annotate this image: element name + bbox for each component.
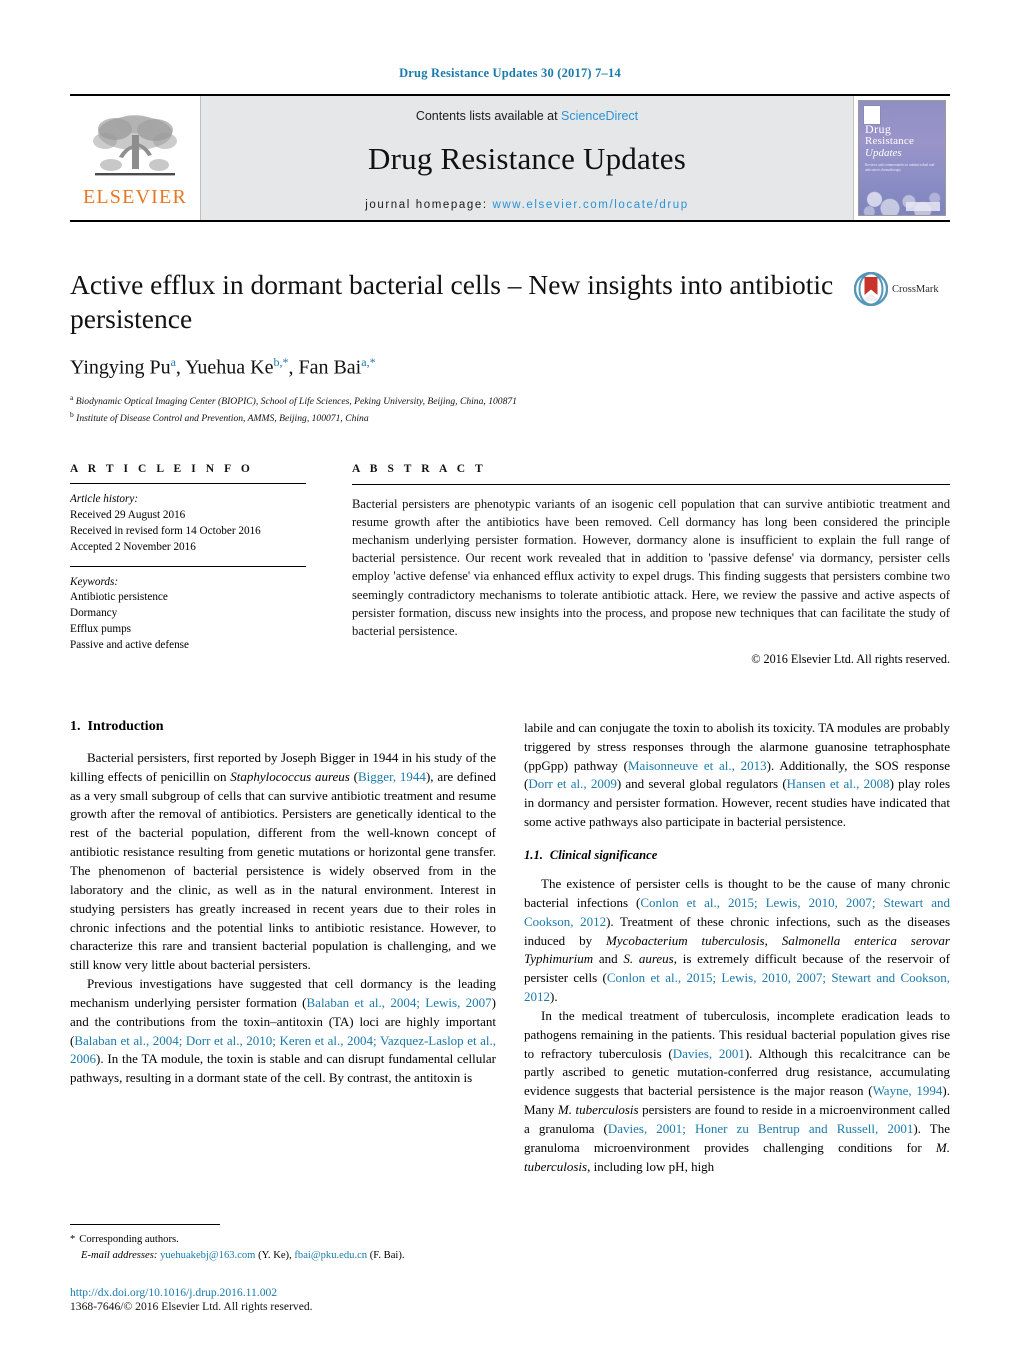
history-item: Accepted 2 November 2016 xyxy=(70,540,196,553)
running-head: Drug Resistance Updates 30 (2017) 7–14 xyxy=(399,66,621,80)
crossmark-icon[interactable] xyxy=(854,272,888,306)
cover-title-line3: Updates xyxy=(865,147,902,159)
contents-prefix: Contents lists available at xyxy=(415,109,562,123)
history-item: Received in revised form 14 October 2016 xyxy=(70,524,261,537)
issn-copyright-line: 1368-7646/© 2016 Elsevier Ltd. All right… xyxy=(70,1300,313,1313)
article-history: Article history: Received 29 August 2016… xyxy=(70,492,306,566)
section-heading-clinical-significance: 1.1. Clinical significance xyxy=(524,848,950,863)
article-page: Drug Resistance Updates 30 (2017) 7–14 E… xyxy=(0,0,1020,1351)
footnote-block: * Corresponding authors. E-mail addresses… xyxy=(70,1224,510,1263)
email-label: E-mail addresses: xyxy=(81,1249,158,1261)
email-addresses-note: E-mail addresses: yuehuakebj@163.com (Y.… xyxy=(70,1248,510,1263)
elsevier-tree-icon xyxy=(93,115,177,176)
title-block: Active efflux in dormant bacterial cells… xyxy=(70,268,950,427)
journal-cover-thumbnail: Drug Resistance Updates Reviews and comm… xyxy=(854,96,950,220)
keywords-rule xyxy=(70,565,306,567)
contents-available-line: Contents lists available at ScienceDirec… xyxy=(416,109,638,123)
abstract-heading: A B S T R A C T xyxy=(352,462,487,475)
keyword-item: Passive and active defense xyxy=(70,639,189,652)
keyword-item: Antibiotic persistence xyxy=(70,591,168,604)
affiliation-a: a Biodynamic Optical Imaging Center (BIO… xyxy=(70,392,517,407)
journal-title: Drug Resistance Updates xyxy=(368,141,686,176)
abstract-text: Bacterial persisters are phenotypic vari… xyxy=(352,496,950,638)
corresponding-authors-note: * Corresponding authors. xyxy=(70,1232,510,1247)
affiliation-b: b Institute of Disease Control and Preve… xyxy=(70,410,369,425)
title-left: Active efflux in dormant bacterial cells… xyxy=(70,268,854,427)
body-column-right: labile and can conjugate the toxin to ab… xyxy=(524,719,950,1177)
doi-link[interactable]: http://dx.doi.org/10.1016/j.drup.2016.11… xyxy=(70,1286,570,1299)
abstract-rule xyxy=(352,483,950,485)
subsection-title: Clinical significance xyxy=(549,847,658,862)
info-abstract-block: A R T I C L E I N F O Article history: R… xyxy=(70,463,950,667)
history-item: Received 29 August 2016 xyxy=(70,508,186,521)
body-columns: 1. Introduction Bacterial persisters, fir… xyxy=(70,719,950,1177)
keywords: Keywords: Antibiotic persistence Dormanc… xyxy=(70,575,306,655)
section-number: 1. xyxy=(70,718,81,734)
subsection-number: 1.1. xyxy=(524,847,543,862)
abstract-column: A B S T R A C T Bacterial persisters are… xyxy=(352,463,950,667)
paragraph: Bacterial persisters, first reported by … xyxy=(70,749,496,973)
paragraph: labile and can conjugate the toxin to ab… xyxy=(524,719,951,830)
email-link-bai[interactable]: fbai@pku.edu.cn xyxy=(294,1250,367,1261)
footnote-rule xyxy=(70,1224,220,1226)
cover-title-line1: Drug xyxy=(865,122,892,136)
keywords-label: Keywords: xyxy=(70,575,119,588)
elsevier-logo: ELSEVIER xyxy=(70,96,200,220)
section-heading-introduction: 1. Introduction xyxy=(70,719,496,735)
cover-title-line2: Resistance xyxy=(865,135,915,147)
email-link-ke[interactable]: yuehuakebj@163.com xyxy=(160,1250,255,1261)
elsevier-wordmark: ELSEVIER xyxy=(82,186,188,208)
cover-footer-mark xyxy=(906,202,940,211)
affiliation-a-text: Biodynamic Optical Imaging Center (BIOPI… xyxy=(75,395,517,407)
corresponding-authors-text: Corresponding authors. xyxy=(79,1234,179,1246)
asterisk-icon: * xyxy=(70,1234,76,1246)
paragraph: Previous investigations have suggested t… xyxy=(70,976,496,1086)
paragraph: The existence of persister cells is thou… xyxy=(524,875,950,1005)
email-owner-bai: (F. Bai). xyxy=(369,1249,405,1261)
journal-banner: ELSEVIER Contents lists available at Sci… xyxy=(70,94,950,222)
email-owner-ke: (Y. Ke), xyxy=(258,1249,292,1261)
keyword-item: Dormancy xyxy=(70,607,118,620)
paragraph: In the medical treatment of tuberculosis… xyxy=(524,1007,950,1174)
crossmark-badge[interactable]: CrossMark xyxy=(854,272,950,306)
footer-block: http://dx.doi.org/10.1016/j.drup.2016.11… xyxy=(70,1286,570,1313)
abstract-copyright: © 2016 Elsevier Ltd. All rights reserved… xyxy=(751,651,950,666)
article-info-rule xyxy=(70,482,306,484)
sciencedirect-link[interactable]: ScienceDirect xyxy=(561,109,638,123)
section-title: Introduction xyxy=(87,718,164,734)
affiliation-b-text: Institute of Disease Control and Prevent… xyxy=(76,413,369,425)
article-history-label: Article history: xyxy=(70,492,139,505)
journal-homepage-link[interactable]: www.elsevier.com/locate/drup xyxy=(492,199,688,211)
cover-image: Drug Resistance Updates Reviews and comm… xyxy=(858,100,946,216)
article-info-column: A R T I C L E I N F O Article history: R… xyxy=(70,463,352,654)
affiliations: a Biodynamic Optical Imaging Center (BIO… xyxy=(70,392,840,427)
author-list: Yingying Pua, Yuehua Keb,*, Fan Baia,* xyxy=(70,355,376,379)
page-title: Active efflux in dormant bacterial cells… xyxy=(70,269,834,334)
banner-center: Contents lists available at ScienceDirec… xyxy=(200,96,854,220)
journal-homepage-line: journal homepage: www.elsevier.com/locat… xyxy=(365,199,689,211)
keyword-item: Efflux pumps xyxy=(70,623,132,636)
crossmark-label: CrossMark xyxy=(892,283,939,295)
homepage-prefix: journal homepage: xyxy=(365,199,493,211)
body-column-left: 1. Introduction Bacterial persisters, fir… xyxy=(70,719,496,1177)
article-info-heading: A R T I C L E I N F O xyxy=(70,462,254,475)
